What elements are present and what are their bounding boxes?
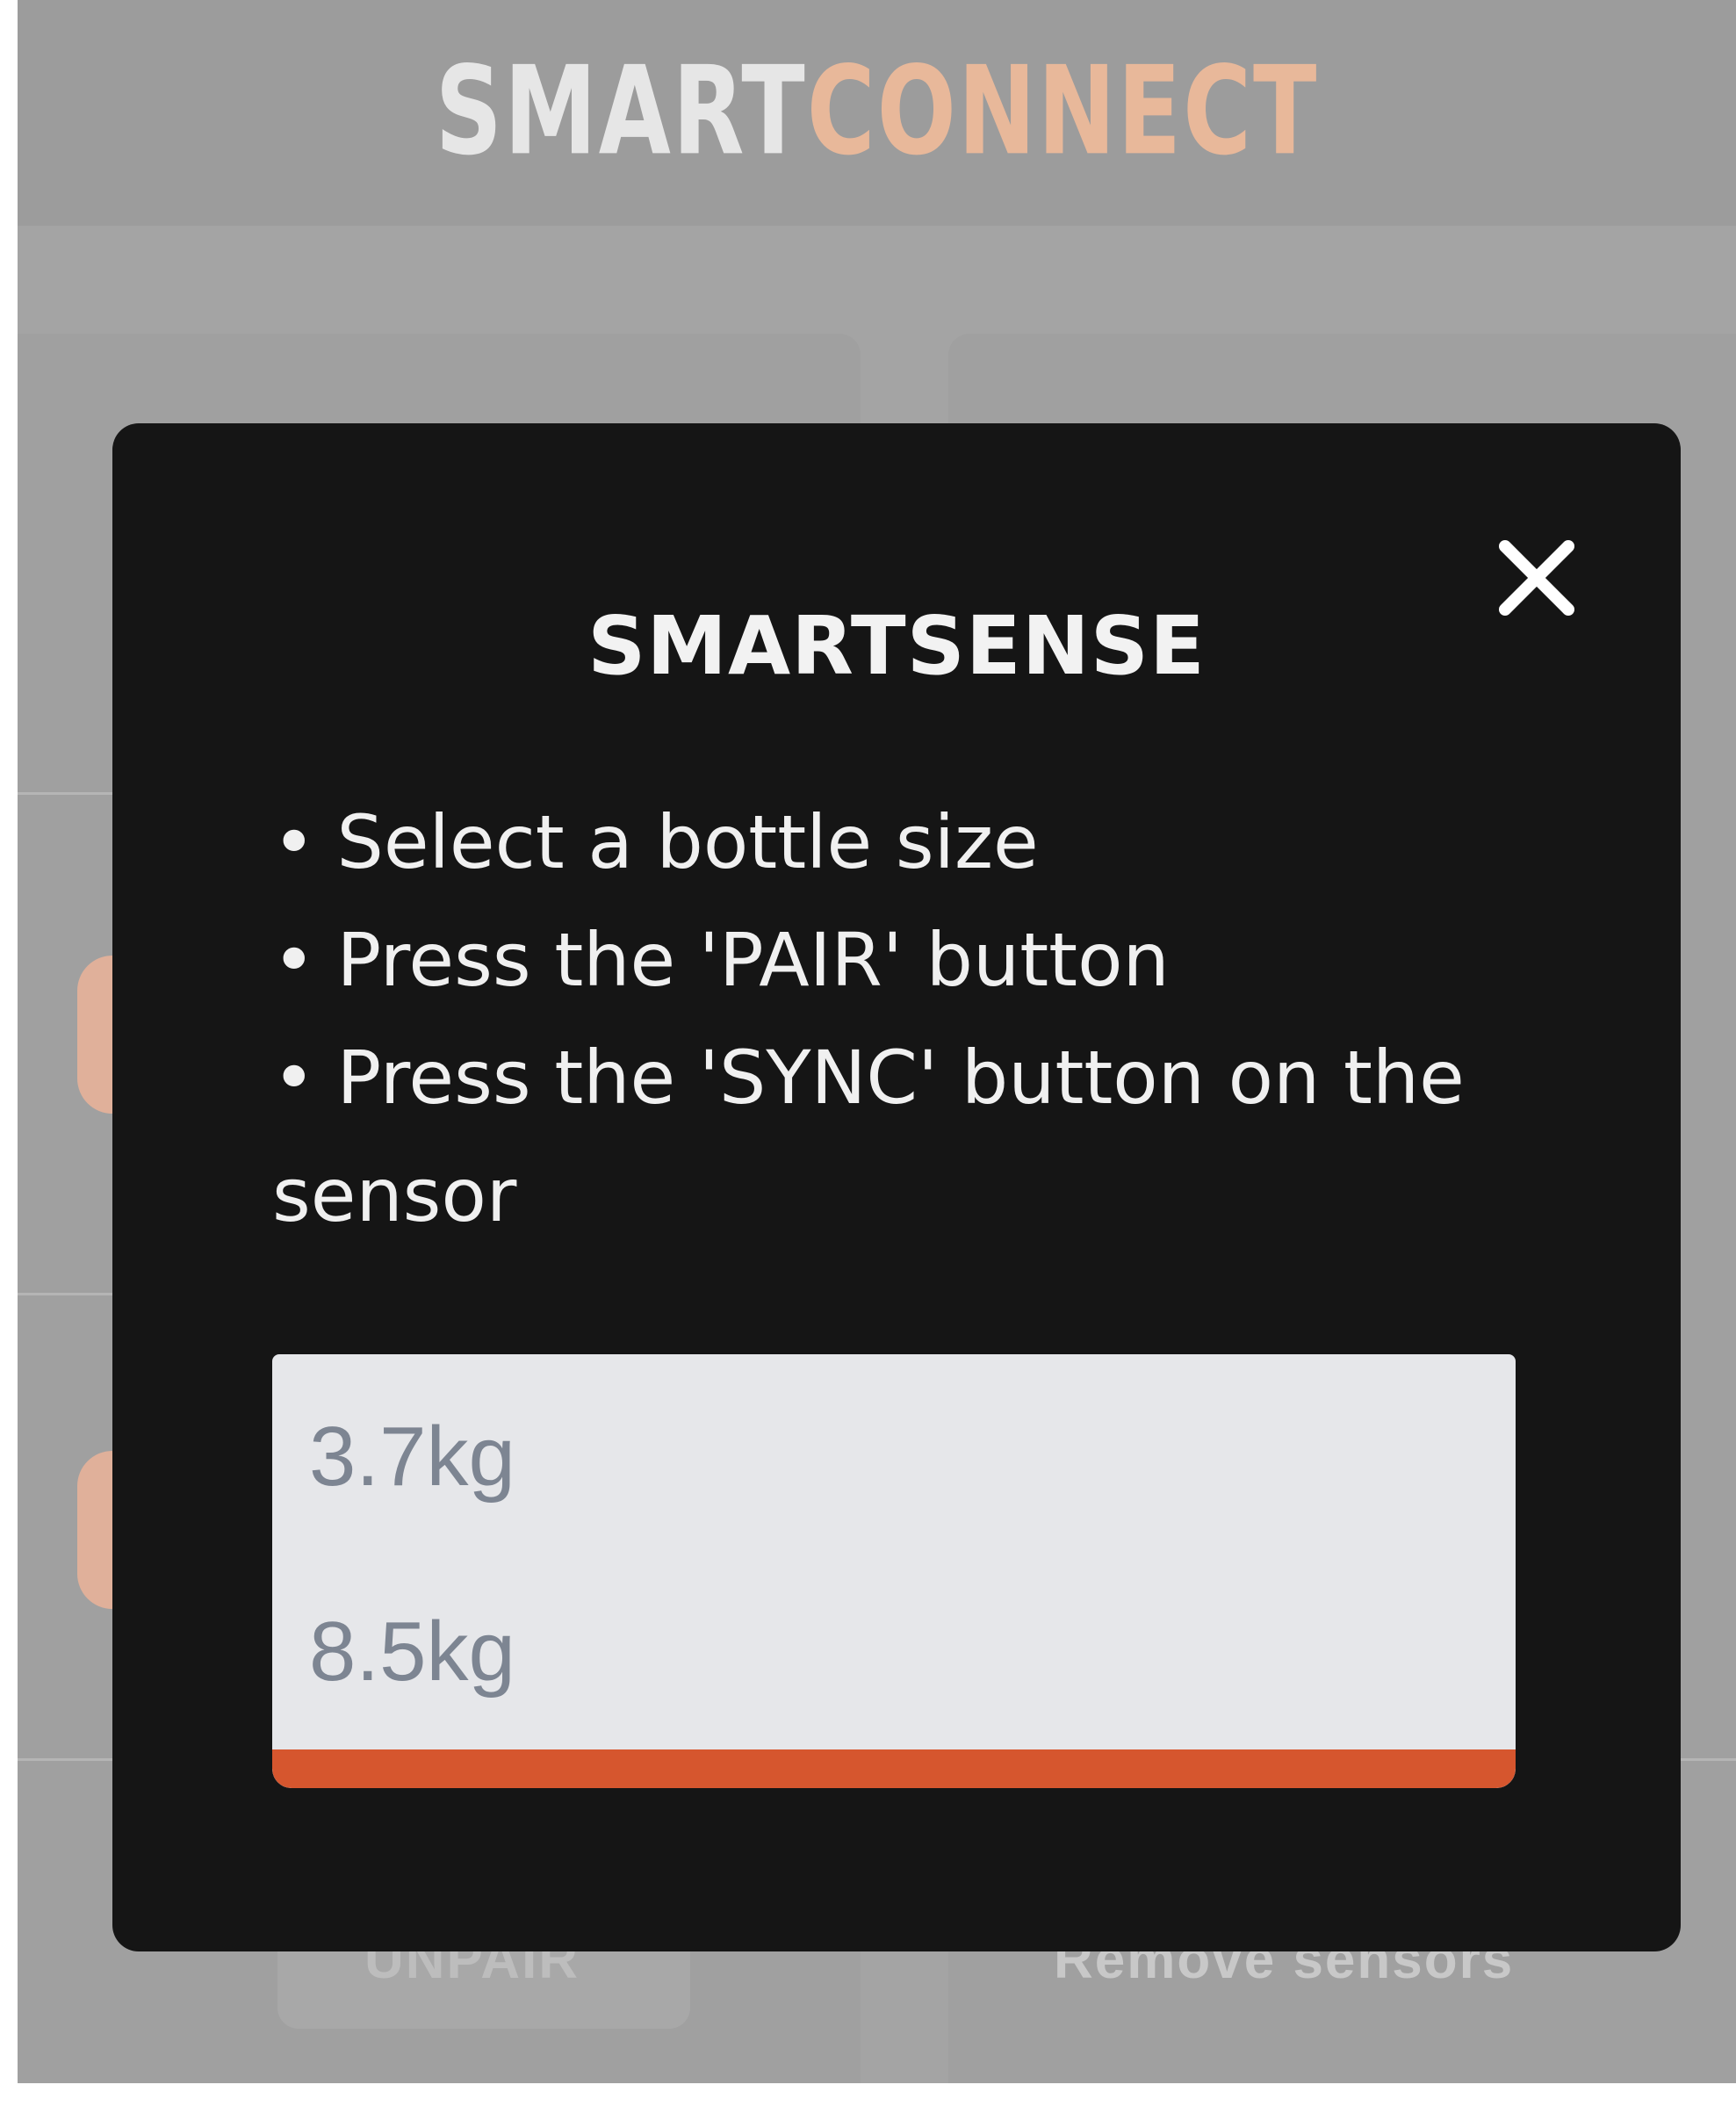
- modal-title: SMARTSENSE: [587, 599, 1206, 693]
- bottle-size-picker[interactable]: 3.7kg 8.5kg: [272, 1354, 1516, 1788]
- app-screen: SmartConnect UNPAIR Remove sensors SMART…: [18, 0, 1736, 2083]
- instruction-item: • Press the 'SYNC' button on the: [272, 1019, 1572, 1136]
- bottle-option-8-5kg[interactable]: 8.5kg: [309, 1604, 515, 1700]
- instruction-text: Select a bottle size: [336, 799, 1039, 885]
- instruction-item: • Press the 'PAIR' button: [272, 901, 1572, 1019]
- bullet-icon: •: [272, 799, 316, 885]
- picker-accent-underline: [272, 1749, 1516, 1788]
- bullet-icon: •: [272, 917, 316, 1003]
- instruction-continuation: sensor: [272, 1136, 1572, 1254]
- instruction-text: Press the 'SYNC' button on the: [336, 1035, 1465, 1121]
- instruction-text: Press the 'PAIR' button: [336, 917, 1170, 1003]
- smartsense-modal: SMARTSENSE • Select a bottle size • Press …: [112, 423, 1681, 1951]
- bottle-option-3-7kg[interactable]: 3.7kg: [309, 1409, 515, 1505]
- instructions-list: • Select a bottle size • Press the 'PAIR' …: [272, 783, 1572, 1254]
- instruction-text: sensor: [272, 1152, 517, 1238]
- bullet-icon: •: [272, 1035, 316, 1121]
- instruction-item: • Select a bottle size: [272, 783, 1572, 901]
